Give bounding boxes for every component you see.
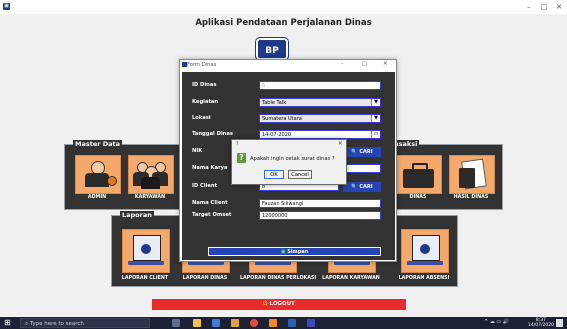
app-icon-4[interactable] xyxy=(231,319,239,327)
nik-label: NIK xyxy=(192,148,203,154)
cari-client-button[interactable]: 🔍 CARI xyxy=(343,182,381,192)
confirm-close-button[interactable]: ✕ xyxy=(338,141,343,147)
java-app-icon[interactable] xyxy=(307,319,315,327)
tanggal-dinas-label: Tanggal Dinas xyxy=(192,131,233,137)
laporan-client-label[interactable]: LAPORAN CLIENT xyxy=(116,276,174,281)
laporan-absensi-label[interactable]: LAPORAN ABSENSI xyxy=(394,276,454,281)
taskbar: ⊞ ⌕ Type here to search ^ ☁ ▭ 🔊 8:37 14/… xyxy=(0,317,567,329)
search-icon: 🔍 xyxy=(351,184,358,190)
id-dinas-field[interactable]: 5 xyxy=(259,81,381,90)
transaksi-panel: nsaksi DINAS HASIL DINAS xyxy=(392,140,503,210)
master-data-label: Master Data xyxy=(73,140,122,148)
hasil-dinas-label[interactable]: HASIL DINAS xyxy=(449,195,493,200)
task-view-icon[interactable] xyxy=(172,319,180,327)
form-titlebar[interactable]: Form Dinas – □ ✕ xyxy=(180,60,396,70)
master-data-panel: Master Data ADMIN KARYAWAN xyxy=(64,140,183,210)
store-icon[interactable] xyxy=(212,319,220,327)
form-maximize-button[interactable]: □ xyxy=(362,61,367,67)
search-icon: 🔍 xyxy=(351,149,358,155)
kegiatan-label: Kegiatan xyxy=(192,99,219,105)
confirm-message: Apakah ingin cetak surat dinas ? xyxy=(250,156,335,162)
laporan-karyawan-label[interactable]: LAPORAN KARYAWAN xyxy=(320,276,382,281)
logout-button[interactable]: ⏻ LOGOUT xyxy=(152,299,406,310)
laporan-dinas-label[interactable]: LAPORAN DINAS xyxy=(176,276,234,281)
app-icon: ▣ xyxy=(3,3,10,10)
minimize-button[interactable]: – xyxy=(522,1,536,13)
nama-client-label: Nama Client xyxy=(192,200,228,206)
id-client-label: ID Client xyxy=(192,183,218,189)
laporan-label: Laporan xyxy=(120,211,154,219)
kegiatan-select[interactable]: Table Talk ▼ xyxy=(259,98,381,107)
chevron-down-icon[interactable]: ▼ xyxy=(371,115,380,122)
lokasi-label: Lokasi xyxy=(192,115,211,121)
nama-karyawan-label: Nama Karya xyxy=(192,165,228,171)
simpan-button[interactable]: ▣ Simpan xyxy=(208,247,381,256)
app-icon-6[interactable] xyxy=(269,319,277,327)
karyawan-label[interactable]: KARYAWAN xyxy=(128,195,172,200)
cancel-button[interactable]: Cancel xyxy=(288,170,312,179)
company-logo: BP xyxy=(256,38,288,60)
calendar-icon[interactable]: ▭ xyxy=(371,131,380,138)
id-dinas-label: ID Dinas xyxy=(192,82,217,88)
kegiatan-value: Table Talk xyxy=(262,100,287,106)
confirm-dialog: ? ✕ ? Apakah ingin cetak surat dinas ? O… xyxy=(231,139,347,185)
confirm-title: ? xyxy=(236,141,239,147)
tray-icons[interactable]: ^ ☁ ▭ 🔊 xyxy=(484,319,509,325)
taskbar-search-input[interactable]: ⌕ Type here to search xyxy=(20,318,150,328)
file-explorer-icon[interactable] xyxy=(193,319,201,327)
lokasi-select[interactable]: Sumatera Utara ▼ xyxy=(259,114,381,123)
dinas-tile[interactable] xyxy=(396,155,442,194)
lokasi-value: Sumatera Utara xyxy=(262,116,302,122)
question-icon: ? xyxy=(237,153,246,163)
hasil-dinas-tile[interactable] xyxy=(449,155,495,194)
tanggal-dinas-field[interactable]: 14-07-2020 ▭ xyxy=(259,130,381,139)
tanggal-dinas-value: 14-07-2020 xyxy=(262,132,292,138)
save-icon: ▣ xyxy=(280,249,286,255)
form-title: Form Dinas xyxy=(187,62,217,68)
page-title: Aplikasi Pendataan Perjalanan Dinas xyxy=(195,18,372,28)
chevron-down-icon[interactable]: ▼ xyxy=(371,99,380,106)
admin-tile[interactable] xyxy=(75,155,121,194)
close-button[interactable]: ✕ xyxy=(552,1,566,13)
word-icon[interactable] xyxy=(288,319,296,327)
target-omset-field[interactable]: 12000000 xyxy=(259,211,381,220)
nama-client-field[interactable]: Fauzan Siliwangi xyxy=(259,199,381,208)
windows-start-icon[interactable]: ⊞ xyxy=(4,319,12,327)
form-close-button[interactable]: ✕ xyxy=(383,61,388,67)
notification-icon[interactable] xyxy=(556,319,563,327)
clock[interactable]: 8:37 14/07/2020 xyxy=(528,318,554,328)
chrome-icon[interactable] xyxy=(250,319,258,327)
laporan-client-tile[interactable] xyxy=(122,229,170,273)
laporan-dinas-perlokasi-label[interactable]: LAPORAN DINAS PERLOKASI xyxy=(240,276,316,281)
dinas-label[interactable]: DINAS xyxy=(396,195,440,200)
form-minimize-button[interactable]: – xyxy=(341,61,344,67)
admin-label[interactable]: ADMIN xyxy=(75,195,119,200)
maximize-button[interactable]: □ xyxy=(537,1,551,13)
karyawan-tile[interactable] xyxy=(128,155,174,194)
cari-karyawan-button[interactable]: 🔍 CARI xyxy=(343,147,381,157)
target-omset-label: Target Omset xyxy=(192,212,232,218)
logout-label: LOGOUT xyxy=(269,301,295,307)
ok-button[interactable]: OK xyxy=(264,170,284,179)
laporan-absensi-tile[interactable] xyxy=(401,229,449,273)
window-titlebar: ▣ – □ ✕ xyxy=(0,0,567,14)
